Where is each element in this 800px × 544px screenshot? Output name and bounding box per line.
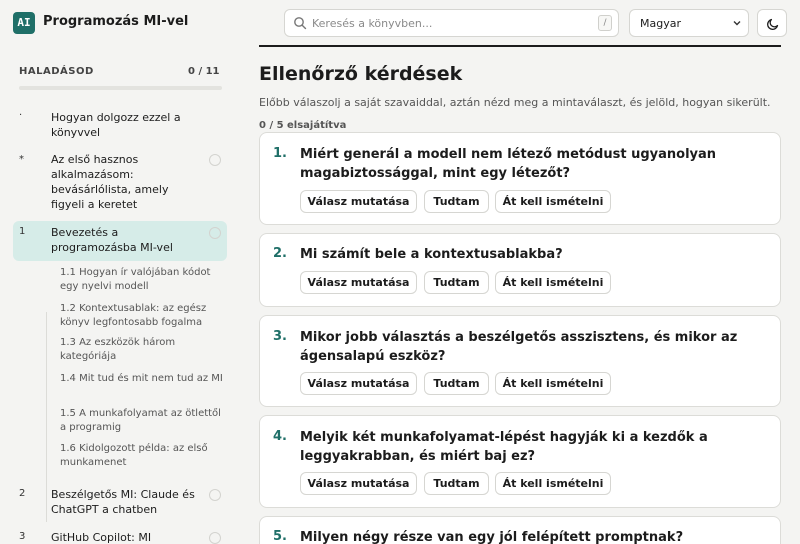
question-card: 4. Melyik két munkafolyamat-lépést hagyj… <box>259 415 781 508</box>
sidebar-item-chapter-3[interactable]: 3 GitHub Copilot: MI <box>13 528 227 544</box>
progress-count: 0 / 11 <box>188 66 220 77</box>
chapter-label: Bevezetés a programozásba MI-vel <box>51 226 173 254</box>
chapter-status-dot <box>209 227 221 239</box>
chapter-number: 3 <box>19 531 26 542</box>
chapter-marker: · <box>19 110 23 121</box>
progress-bar <box>19 86 222 90</box>
progress-title: HALADÁSOD <box>19 66 94 77</box>
question-number: 3. <box>273 329 287 344</box>
knew-it-button[interactable]: Tudtam <box>424 190 489 213</box>
chapter-status-dot <box>209 489 221 501</box>
chapter-number: 1 <box>19 226 26 237</box>
language-selected: Magyar <box>640 17 681 30</box>
question-text: Mikor jobb választás a beszélgetős asszi… <box>300 330 738 364</box>
question-card: 1. Miért generál a modell nem létező met… <box>259 132 781 225</box>
knew-it-button[interactable]: Tudtam <box>424 472 489 495</box>
question-text: Milyen négy része van egy jól felépített… <box>300 530 684 544</box>
theme-toggle-button[interactable] <box>757 9 787 37</box>
app-title[interactable]: Programozás MI-vel <box>43 14 188 29</box>
sidebar-item-chapter-1[interactable]: 1 Bevezetés a programozásba MI-vel <box>13 221 227 261</box>
mastered-count: 0 / 5 elsajátítva <box>259 120 347 131</box>
knew-it-button[interactable]: Tudtam <box>424 372 489 395</box>
chapter-label: GitHub Copilot: MI <box>51 531 152 544</box>
section-divider <box>259 45 781 47</box>
chevron-down-icon <box>733 21 741 26</box>
question-card: 3. Mikor jobb választás a beszélgetős as… <box>259 315 781 407</box>
show-answer-button[interactable]: Válasz mutatása <box>300 190 417 213</box>
moon-icon <box>767 18 779 30</box>
search-shortcut-hint: / <box>598 15 612 31</box>
sidebar: HALADÁSOD 0 / 11 · Hogyan dolgozz ezzel … <box>0 46 238 544</box>
chapter-status-dot <box>209 154 221 166</box>
chapter-label: Hogyan dolgozz ezzel a könyvvel <box>51 111 181 139</box>
show-answer-button[interactable]: Válasz mutatása <box>300 372 417 395</box>
show-answer-button[interactable]: Válasz mutatása <box>300 472 417 495</box>
question-text: Mi számít bele a kontextusablakba? <box>300 247 563 262</box>
question-text: Melyik két munkafolyamat-lépést hagyják … <box>300 430 708 464</box>
question-number: 4. <box>273 429 287 444</box>
top-bar: AI Programozás MI-vel / Magyar <box>0 0 800 46</box>
chapter-number: 2 <box>19 488 26 499</box>
search-box[interactable]: / <box>284 9 619 37</box>
page-title: Ellenőrző kérdések <box>259 63 463 85</box>
question-number: 2. <box>273 246 287 261</box>
sidebar-item-chapter-2[interactable]: 2 Beszélgetős MI: Claude és ChatGPT a ch… <box>13 486 227 520</box>
search-input[interactable] <box>312 14 582 32</box>
page-description: Előbb válaszolj a saját szavaiddal, aztá… <box>259 96 771 109</box>
question-card: 2. Mi számít bele a kontextusablakba? Vá… <box>259 233 781 307</box>
search-icon <box>294 17 307 30</box>
needs-review-button[interactable]: Át kell ismételni <box>495 271 611 294</box>
needs-review-button[interactable]: Át kell ismételni <box>495 372 611 395</box>
chapter-status-dot <box>209 532 221 544</box>
question-text: Miért generál a modell nem létező metódu… <box>300 147 717 181</box>
knew-it-button[interactable]: Tudtam <box>424 271 489 294</box>
sidebar-subitem-1-5[interactable]: 1.5 A munkafolyamat az ötlettől a progra… <box>60 407 225 435</box>
sidebar-subitem-1-1[interactable]: 1.1 Hogyan ír valójában kódot egy nyelvi… <box>60 266 225 294</box>
sidebar-subitem-1-3[interactable]: 1.3 Az eszközök három kategóriája <box>60 336 225 364</box>
sidebar-item-how-to-use[interactable]: · Hogyan dolgozz ezzel a könyvvel <box>13 108 227 144</box>
needs-review-button[interactable]: Át kell ismételni <box>495 190 611 213</box>
sidebar-item-first-app[interactable]: * Az első hasznos alkalmazásom: bevásárl… <box>13 151 227 215</box>
needs-review-button[interactable]: Át kell ismételni <box>495 472 611 495</box>
language-select[interactable]: Magyar <box>629 9 749 37</box>
chapter-label: Beszélgetős MI: Claude és ChatGPT a chat… <box>51 488 195 516</box>
sidebar-subitem-1-4[interactable]: 1.4 Mit tud és mit nem tud az MI <box>60 372 225 386</box>
sidebar-subitem-1-2[interactable]: 1.2 Kontextusablak: az egész könyv legfo… <box>60 302 225 330</box>
app-logo[interactable]: AI <box>13 12 35 34</box>
question-number: 1. <box>273 146 287 161</box>
question-card: 5. Milyen négy része van egy jól felépít… <box>259 516 781 544</box>
sidebar-subitem-1-6[interactable]: 1.6 Kidolgozott példa: az első munkamene… <box>60 442 225 470</box>
chapter-marker: * <box>19 154 24 165</box>
chapter-label: Az első hasznos alkalmazásom: bevásárlól… <box>51 153 169 211</box>
question-number: 5. <box>273 529 287 544</box>
show-answer-button[interactable]: Válasz mutatása <box>300 271 417 294</box>
